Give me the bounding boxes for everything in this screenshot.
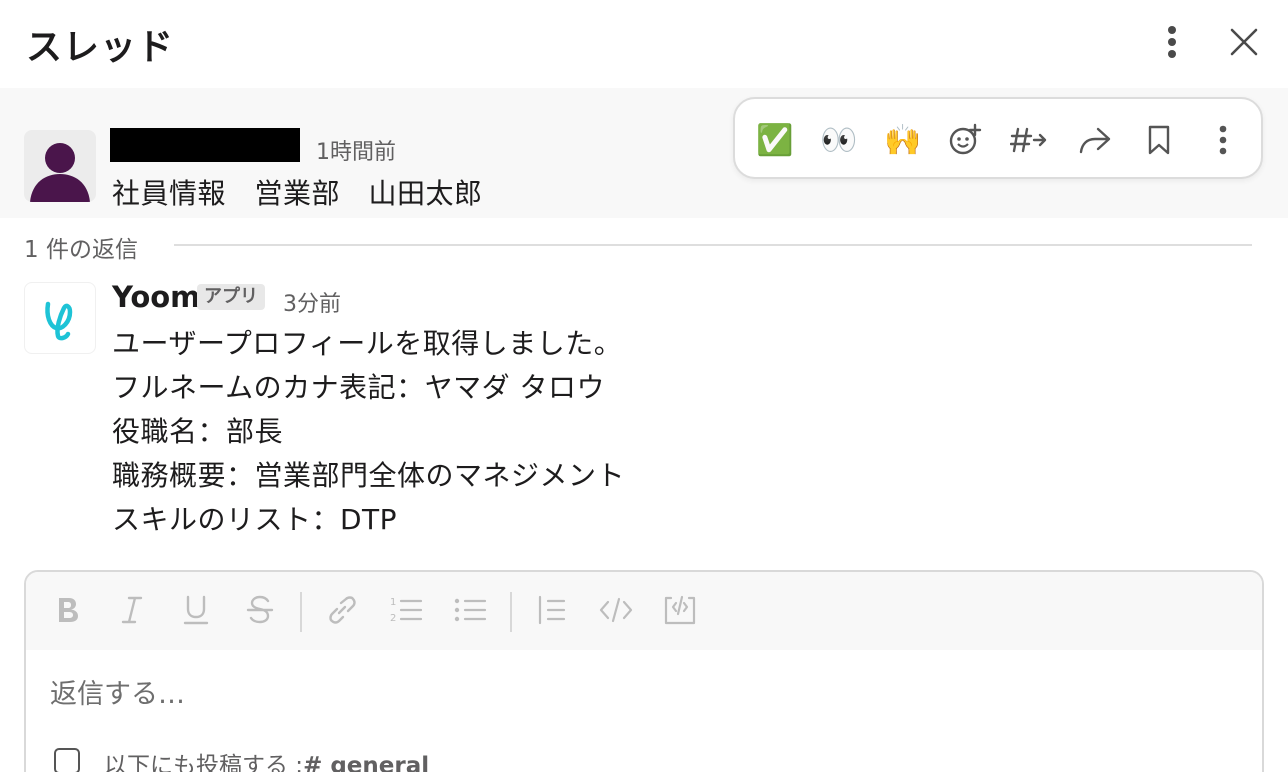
user-avatar-icon[interactable]: [24, 130, 96, 202]
yoom-logo-icon[interactable]: [24, 282, 96, 354]
svg-text:1: 1: [390, 597, 396, 608]
reply-count: 1 件の返信: [24, 230, 154, 264]
also-send-text: 以下にも投稿する :: [104, 753, 304, 772]
redacted-author-name: [110, 128, 300, 162]
bulleted-list-icon[interactable]: [448, 588, 492, 632]
reply-timestamp[interactable]: 3分前: [283, 286, 341, 318]
reply-line: フルネームのカナ表記：ヤマダ タロウ: [112, 371, 606, 404]
close-icon[interactable]: [1222, 20, 1266, 64]
blockquote-icon[interactable]: [530, 588, 574, 632]
app-badge: アプリ: [197, 284, 265, 310]
more-actions-icon[interactable]: [1199, 116, 1247, 164]
strikethrough-icon[interactable]: [238, 588, 282, 632]
reply-author[interactable]: Yoom: [112, 280, 200, 314]
divider-line: [174, 244, 1252, 246]
also-send-channel: # general: [303, 753, 430, 772]
italic-icon[interactable]: [110, 588, 154, 632]
raised-hands-icon[interactable]: 🙌: [879, 116, 927, 164]
add-reaction-icon[interactable]: [941, 116, 989, 164]
also-send-label: 以下にも投稿する :# general: [104, 746, 429, 772]
link-icon[interactable]: [320, 588, 364, 632]
reply-count-divider: 1 件の返信: [0, 228, 1288, 264]
reply-composer: 12 返信する… 以下にも投稿する :# general: [24, 570, 1264, 772]
message-actions-toolbar: ✅ 👀 🙌: [733, 97, 1263, 179]
toolbar-separator: [510, 592, 512, 632]
parent-message-text: 社員情報 営業部 山田太郎: [112, 177, 483, 210]
bold-icon[interactable]: [46, 588, 90, 632]
reply-line: 職務概要：営業部門全体のマネジメント: [112, 459, 626, 492]
reply-line: ユーザープロフィールを取得しました。: [112, 327, 623, 360]
parent-timestamp[interactable]: 1時間前: [316, 134, 396, 166]
reply-body: ユーザープロフィールを取得しました。 フルネームのカナ表記：ヤマダ タロウ 役職…: [112, 322, 625, 542]
reply-in-channel-icon[interactable]: [1005, 116, 1053, 164]
forward-icon[interactable]: [1071, 116, 1119, 164]
also-send-checkbox[interactable]: [54, 748, 80, 772]
reply-message: Yoom アプリ 3分前 ユーザープロフィールを取得しました。 フルネームのカナ…: [0, 276, 1288, 546]
reply-input[interactable]: 返信する…: [50, 672, 185, 711]
reply-line: 役職名：部長: [112, 415, 284, 448]
code-icon[interactable]: [594, 588, 638, 632]
reply-line: スキルのリスト：DTP: [112, 503, 398, 536]
kebab-icon[interactable]: [1150, 20, 1194, 64]
svg-text:2: 2: [390, 613, 396, 624]
thread-header: スレッド: [0, 0, 1288, 88]
code-block-icon[interactable]: [658, 588, 702, 632]
toolbar-separator: [300, 592, 302, 632]
numbered-list-icon[interactable]: 12: [384, 588, 428, 632]
formatting-toolbar: 12: [26, 572, 1262, 650]
bookmark-icon[interactable]: [1135, 116, 1183, 164]
eyes-icon[interactable]: 👀: [815, 116, 863, 164]
white-check-mark-icon[interactable]: ✅: [751, 116, 799, 164]
underline-icon[interactable]: [174, 588, 218, 632]
thread-title: スレッド: [26, 27, 175, 68]
